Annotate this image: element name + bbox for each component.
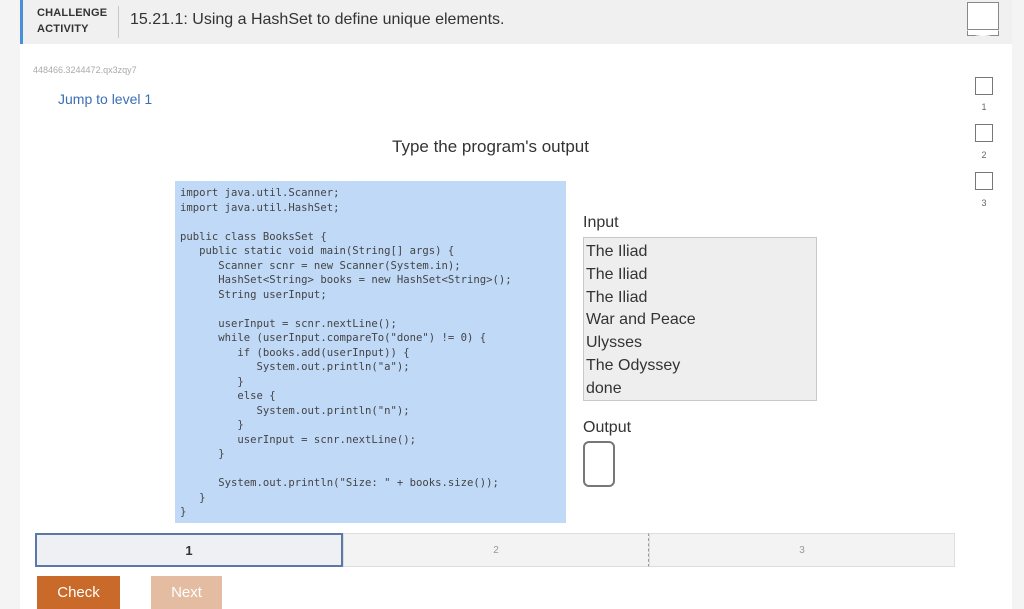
side-level-3: 3 — [981, 198, 987, 208]
code-line: public static void main(String[] args) { — [180, 245, 455, 257]
level-3-flag-icon — [975, 172, 993, 190]
code-line: } — [180, 448, 225, 460]
input-label: Input — [583, 214, 619, 231]
level-tabs: 1 2 3 — [35, 533, 955, 567]
code-line: import java.util.HashSet; — [180, 201, 340, 214]
code-line: System.out.println("a"); — [180, 361, 410, 373]
code-line: public class BooksSet { — [180, 230, 327, 243]
check-button[interactable]: Check — [37, 576, 120, 609]
code-line: } — [180, 375, 244, 388]
input-line: The Iliad — [586, 288, 648, 306]
code-line: if (books.add(userInput)) { — [180, 346, 410, 359]
jump-to-level-link[interactable]: Jump to level 1 — [58, 91, 152, 107]
side-level-2: 2 — [981, 150, 987, 160]
code-line: HashSet<String> books = new HashSet<Stri… — [180, 274, 512, 286]
question-prompt: Type the program's output — [392, 137, 589, 156]
input-line: The Iliad — [586, 243, 648, 260]
side-level-1: 1 — [981, 102, 987, 112]
code-line: System.out.println("n"); — [180, 404, 410, 417]
activity-title: 15.21.1: Using a HashSet to define uniqu… — [130, 11, 505, 28]
next-button[interactable]: Next — [151, 576, 222, 609]
program-input: The Iliad The Iliad The Iliad War and Peace… — [583, 237, 817, 401]
input-line: The Iliad — [586, 265, 648, 283]
code-line: } — [180, 506, 187, 518]
code-line: } — [180, 491, 206, 504]
activity-type-line1: CHALLENGE — [37, 7, 108, 19]
code-block: import java.util.Scanner; import java.uti… — [175, 181, 566, 523]
level-2-flag-icon — [975, 124, 993, 142]
code-line: String userInput; — [180, 288, 327, 301]
level-tab-3[interactable]: 3 — [649, 533, 955, 567]
output-field[interactable] — [583, 441, 615, 487]
code-line: } — [180, 419, 244, 431]
level-tab-2[interactable]: 2 — [343, 533, 649, 567]
code-line: import java.util.Scanner; — [180, 187, 340, 199]
input-line: The Odyssey — [586, 356, 681, 374]
input-line: Ulysses — [586, 334, 643, 352]
code-line: else { — [180, 390, 276, 402]
completion-flag-icon — [967, 2, 999, 36]
code-line: while (userInput.compareTo("done") != 0)… — [180, 332, 487, 344]
activity-id: 448466.3244472.qx3zqy7 — [33, 65, 137, 75]
code-line: System.out.println("Size: " + books.size… — [180, 477, 499, 489]
activity-type-line2: ACTIVITY — [37, 23, 89, 35]
code-line: userInput = scnr.nextLine(); — [180, 317, 397, 330]
output-label: Output — [583, 419, 632, 436]
activity-header: CHALLENGE ACTIVITY 15.21.1: Using a Hash… — [20, 0, 1012, 44]
input-line: done — [586, 379, 622, 397]
level-1-flag-icon — [975, 77, 993, 95]
activity-type-label: CHALLENGE ACTIVITY — [37, 5, 107, 37]
code-line: Scanner scnr = new Scanner(System.in); — [180, 259, 461, 272]
input-line: War and Peace — [586, 311, 696, 329]
code-line: userInput = scnr.nextLine(); — [180, 433, 416, 446]
level-tab-1[interactable]: 1 — [35, 533, 343, 567]
header-divider — [118, 6, 119, 38]
